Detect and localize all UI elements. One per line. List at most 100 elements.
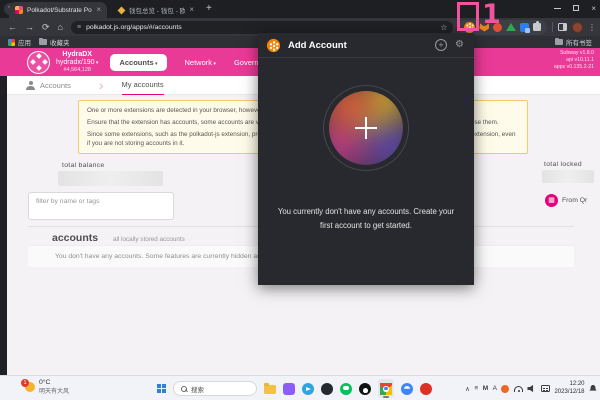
github-app-icon[interactable] — [321, 383, 333, 395]
reload-button[interactable] — [42, 23, 50, 32]
screen-root: Polkadot/Substrate Portal 钱包总览 - 钱包 - 欧易… — [0, 0, 600, 400]
accounts-subtitle: all locally stored accounts — [113, 236, 185, 243]
wechat-icon[interactable] — [340, 383, 352, 395]
windows-taskbar: 1 0°C 明天有大风 搜索 — [0, 375, 600, 400]
tab-wallet-overview[interactable]: 钱包总览 - 钱包 - 欧易 — [112, 2, 200, 18]
tray-app-icon[interactable] — [501, 385, 509, 393]
wallet-favicon — [118, 6, 126, 14]
qq-icon[interactable] — [359, 383, 371, 395]
total-balance-label: total balance — [62, 162, 104, 169]
browser-menu-icon[interactable] — [588, 23, 596, 32]
weather-icon: 1 — [25, 382, 35, 392]
annotation-highlight-box — [457, 2, 479, 31]
weather-desc: 明天有大风 — [39, 386, 69, 395]
volume-icon[interactable] — [527, 385, 536, 393]
accounts-person-icon — [26, 81, 35, 90]
notification-badge: 1 — [21, 379, 29, 387]
address-bar[interactable]: polkadot.js.org/apps/#/accounts — [71, 21, 453, 34]
polkadot-extension-popup: Add Account You currently don't have any… — [258, 33, 474, 285]
tab-polkadot-portal[interactable]: Polkadot/Substrate Portal — [9, 2, 107, 18]
nav-accounts[interactable]: Accounts — [110, 54, 166, 71]
all-bookmarks-button[interactable]: 所有书签 — [555, 37, 592, 47]
red-app-icon[interactable] — [420, 383, 432, 395]
tab-title: Polkadot/Substrate Portal — [27, 7, 92, 14]
extensions-puzzle-icon[interactable] — [533, 23, 541, 31]
blue-app-icon[interactable] — [401, 383, 413, 395]
bookmark-favorites-folder[interactable]: 收藏夹 — [39, 37, 70, 47]
section-title: Accounts — [40, 81, 71, 90]
toolbar-divider — [552, 22, 553, 32]
taskbar-center: 搜索 — [157, 376, 432, 400]
minimize-button[interactable] — [554, 8, 561, 9]
folder-icon — [555, 39, 563, 45]
telegram-icon[interactable] — [302, 383, 314, 395]
start-button[interactable] — [157, 384, 166, 393]
touch-keyboard-icon[interactable] — [541, 385, 550, 392]
notification-bell-icon[interactable] — [589, 385, 597, 393]
taskbar-search[interactable]: 搜索 — [173, 381, 257, 396]
tab-my-accounts[interactable]: My accounts — [122, 80, 164, 91]
wifi-icon[interactable] — [514, 386, 523, 392]
search-placeholder: 搜索 — [191, 384, 204, 394]
chain-endpoint: hydradx/190 — [56, 59, 98, 67]
chrome-logo — [380, 383, 392, 395]
tab-close-icon[interactable] — [96, 6, 101, 14]
chevron-separator-icon — [99, 78, 104, 92]
apps-grid-icon — [8, 39, 15, 46]
total-locked-label: total locked — [544, 161, 582, 168]
popup-title: Add Account — [288, 40, 435, 51]
filter-input[interactable] — [28, 192, 174, 220]
profile-avatar[interactable] — [572, 22, 583, 33]
url-text: polkadot.js.org/apps/#/accounts — [86, 24, 435, 31]
node-version: Subway v1.8.0 — [554, 50, 594, 57]
weather-widget[interactable]: 1 0°C 明天有大风 — [25, 379, 69, 395]
file-explorer-icon[interactable] — [264, 385, 276, 394]
browser-tab-strip: Polkadot/Substrate Portal 钱包总览 - 钱包 - 欧易 — [0, 0, 600, 18]
bookmark-label: 应用 — [18, 37, 31, 47]
folder-icon — [39, 39, 47, 45]
chain-selector[interactable]: HydraDX hydradx/190 #4,564,128 — [56, 51, 98, 73]
from-qr-label: From Qr — [562, 197, 587, 204]
chrome-icon-active[interactable] — [378, 379, 394, 398]
bookmark-label: 收藏夹 — [50, 37, 70, 47]
total-locked-skeleton — [542, 170, 594, 183]
version-info: Subway v1.8.0 api v10.11.1 apps v0.135.2… — [554, 50, 594, 70]
left-edge-strip — [0, 76, 7, 375]
from-qr-button[interactable]: From Qr — [545, 194, 587, 207]
home-button[interactable] — [58, 23, 63, 32]
taskbar-clock[interactable]: 12:20 2023/12/18 — [554, 381, 584, 396]
input-method-icon[interactable] — [483, 385, 488, 392]
popup-empty-text: You currently don't have any accounts. C… — [271, 205, 461, 232]
weather-temp: 0°C — [39, 379, 69, 386]
green-extension-icon[interactable] — [506, 23, 516, 31]
close-window-button[interactable] — [591, 4, 596, 13]
ime-mode-icon[interactable] — [493, 385, 497, 392]
polkadot-logo-icon — [267, 38, 280, 51]
tray-menu-icon[interactable] — [474, 385, 478, 392]
hydradx-logo[interactable] — [27, 51, 50, 74]
accounts-heading: accounts — [52, 232, 98, 244]
system-tray: 12:20 2023/12/18 — [465, 376, 597, 400]
total-balance-skeleton — [58, 171, 163, 186]
nav-network[interactable]: Network — [185, 58, 216, 67]
blue-extension-icon[interactable] — [520, 23, 529, 32]
annotation-step-number: 1 — [482, 0, 501, 30]
all-bookmarks-label: 所有书签 — [566, 37, 592, 47]
settings-gear-icon[interactable] — [455, 40, 464, 50]
maximize-button[interactable] — [573, 5, 579, 11]
window-controls — [554, 0, 596, 16]
bookmark-star-icon[interactable] — [440, 23, 447, 32]
site-info-icon[interactable] — [77, 24, 81, 31]
forward-button[interactable] — [25, 23, 34, 32]
tab-close-icon[interactable] — [189, 6, 194, 14]
clock-date: 2023/12/18 — [554, 389, 584, 397]
side-panel-icon[interactable] — [558, 23, 567, 31]
new-tab-button[interactable] — [206, 3, 212, 15]
back-button[interactable] — [8, 23, 17, 32]
bookmark-apps[interactable]: 应用 — [8, 37, 31, 47]
purple-app-icon[interactable] — [283, 383, 295, 395]
search-icon — [181, 386, 187, 392]
add-account-menu-icon[interactable] — [435, 39, 447, 51]
tray-expand-icon[interactable] — [465, 385, 470, 393]
qr-icon — [545, 194, 558, 207]
